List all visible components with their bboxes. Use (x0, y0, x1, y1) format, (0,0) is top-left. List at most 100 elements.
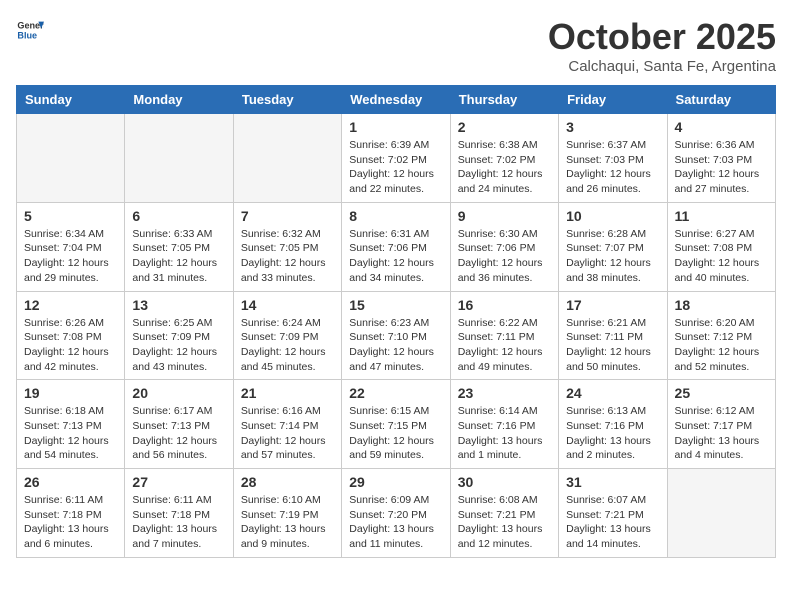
calendar-cell: 10 Sunrise: 6:28 AMSunset: 7:07 PMDayligh… (559, 202, 667, 291)
day-number: 8 (349, 208, 442, 224)
week-row-4: 19Sunrise: 6:18 AMSunset: 7:13 PMDayligh… (17, 380, 776, 469)
calendar-cell: 22Sunrise: 6:15 AMSunset: 7:15 PMDayligh… (342, 380, 450, 469)
day-info: Sunrise: 6:26 AMSunset: 7:08 PMDaylight:… (24, 316, 117, 375)
day-info: Sunrise: 6:25 AMSunset: 7:09 PMDaylight:… (132, 316, 225, 375)
day-info: Sunrise: 6:31 AMSunset: 7:06 PMDaylight:… (349, 227, 442, 286)
calendar-cell: 20Sunrise: 6:17 AMSunset: 7:13 PMDayligh… (125, 380, 233, 469)
day-number: 1 (349, 119, 442, 135)
day-info: Sunrise: 6:32 AMSunset: 7:05 PMDaylight:… (241, 227, 334, 286)
week-row-1: 1 Sunrise: 6:39 AMSunset: 7:02 PMDaylight… (17, 114, 776, 203)
calendar-cell: 15 Sunrise: 6:23 AMSunset: 7:10 PMDayligh… (342, 291, 450, 380)
weekday-header-row: SundayMondayTuesdayWednesdayThursdayFrid… (17, 86, 776, 114)
calendar-cell: 16 Sunrise: 6:22 AMSunset: 7:11 PMDayligh… (450, 291, 558, 380)
day-number: 21 (241, 385, 334, 401)
day-info: Sunrise: 6:17 AMSunset: 7:13 PMDaylight:… (132, 404, 225, 463)
day-number: 23 (458, 385, 551, 401)
day-number: 25 (675, 385, 768, 401)
calendar-cell: 24 Sunrise: 6:13 AMSunset: 7:16 PMDayligh… (559, 380, 667, 469)
day-number: 28 (241, 474, 334, 490)
calendar-cell: 29Sunrise: 6:09 AMSunset: 7:20 PMDayligh… (342, 469, 450, 558)
day-number: 6 (132, 208, 225, 224)
day-info: Sunrise: 6:37 AMSunset: 7:03 PMDaylight:… (566, 138, 659, 197)
day-info: Sunrise: 6:38 AMSunset: 7:02 PMDaylight:… (458, 138, 551, 197)
weekday-header-thursday: Thursday (450, 86, 558, 114)
day-number: 30 (458, 474, 551, 490)
calendar-cell: 28 Sunrise: 6:10 AMSunset: 7:19 PMDayligh… (233, 469, 341, 558)
day-info: Sunrise: 6:39 AMSunset: 7:02 PMDaylight:… (349, 138, 442, 197)
location: Calchaqui, Santa Fe, Argentina (548, 58, 776, 75)
weekday-header-saturday: Saturday (667, 86, 775, 114)
day-info: Sunrise: 6:24 AMSunset: 7:09 PMDaylight:… (241, 316, 334, 375)
week-row-2: 5 Sunrise: 6:34 AMSunset: 7:04 PMDaylight… (17, 202, 776, 291)
calendar-cell: 9 Sunrise: 6:30 AMSunset: 7:06 PMDaylight… (450, 202, 558, 291)
calendar-cell: 11Sunrise: 6:27 AMSunset: 7:08 PMDayligh… (667, 202, 775, 291)
week-row-3: 12 Sunrise: 6:26 AMSunset: 7:08 PMDayligh… (17, 291, 776, 380)
day-info: Sunrise: 6:09 AMSunset: 7:20 PMDaylight:… (349, 493, 442, 552)
day-info: Sunrise: 6:16 AMSunset: 7:14 PMDaylight:… (241, 404, 334, 463)
calendar-cell: 21 Sunrise: 6:16 AMSunset: 7:14 PMDayligh… (233, 380, 341, 469)
day-number: 9 (458, 208, 551, 224)
calendar-cell: 19Sunrise: 6:18 AMSunset: 7:13 PMDayligh… (17, 380, 125, 469)
day-info: Sunrise: 6:10 AMSunset: 7:19 PMDaylight:… (241, 493, 334, 552)
calendar-cell: 17 Sunrise: 6:21 AMSunset: 7:11 PMDayligh… (559, 291, 667, 380)
day-number: 12 (24, 297, 117, 313)
week-row-5: 26 Sunrise: 6:11 AMSunset: 7:18 PMDayligh… (17, 469, 776, 558)
calendar-cell: 7 Sunrise: 6:32 AMSunset: 7:05 PMDaylight… (233, 202, 341, 291)
calendar-cell: 23 Sunrise: 6:14 AMSunset: 7:16 PMDayligh… (450, 380, 558, 469)
calendar-cell: 18 Sunrise: 6:20 AMSunset: 7:12 PMDayligh… (667, 291, 775, 380)
calendar-cell: 12 Sunrise: 6:26 AMSunset: 7:08 PMDayligh… (17, 291, 125, 380)
day-number: 27 (132, 474, 225, 490)
day-info: Sunrise: 6:36 AMSunset: 7:03 PMDaylight:… (675, 138, 768, 197)
day-info: Sunrise: 6:22 AMSunset: 7:11 PMDaylight:… (458, 316, 551, 375)
day-number: 24 (566, 385, 659, 401)
day-number: 15 (349, 297, 442, 313)
day-number: 26 (24, 474, 117, 490)
calendar-cell: 31Sunrise: 6:07 AMSunset: 7:21 PMDayligh… (559, 469, 667, 558)
day-info: Sunrise: 6:13 AMSunset: 7:16 PMDaylight:… (566, 404, 659, 463)
day-info: Sunrise: 6:11 AMSunset: 7:18 PMDaylight:… (132, 493, 225, 552)
day-number: 5 (24, 208, 117, 224)
calendar-cell: 4 Sunrise: 6:36 AMSunset: 7:03 PMDaylight… (667, 114, 775, 203)
day-number: 19 (24, 385, 117, 401)
calendar-cell: 1 Sunrise: 6:39 AMSunset: 7:02 PMDaylight… (342, 114, 450, 203)
day-info: Sunrise: 6:20 AMSunset: 7:12 PMDaylight:… (675, 316, 768, 375)
day-info: Sunrise: 6:12 AMSunset: 7:17 PMDaylight:… (675, 404, 768, 463)
day-info: Sunrise: 6:33 AMSunset: 7:05 PMDaylight:… (132, 227, 225, 286)
calendar-cell: 27 Sunrise: 6:11 AMSunset: 7:18 PMDayligh… (125, 469, 233, 558)
weekday-header-sunday: Sunday (17, 86, 125, 114)
day-info: Sunrise: 6:28 AMSunset: 7:07 PMDaylight:… (566, 227, 659, 286)
day-info: Sunrise: 6:11 AMSunset: 7:18 PMDaylight:… (24, 493, 117, 552)
day-number: 4 (675, 119, 768, 135)
calendar-table: SundayMondayTuesdayWednesdayThursdayFrid… (16, 85, 776, 558)
day-info: Sunrise: 6:08 AMSunset: 7:21 PMDaylight:… (458, 493, 551, 552)
calendar-cell: 3Sunrise: 6:37 AMSunset: 7:03 PMDaylight… (559, 114, 667, 203)
weekday-header-tuesday: Tuesday (233, 86, 341, 114)
calendar-cell (667, 469, 775, 558)
day-info: Sunrise: 6:34 AMSunset: 7:04 PMDaylight:… (24, 227, 117, 286)
day-info: Sunrise: 6:21 AMSunset: 7:11 PMDaylight:… (566, 316, 659, 375)
day-info: Sunrise: 6:14 AMSunset: 7:16 PMDaylight:… (458, 404, 551, 463)
weekday-header-wednesday: Wednesday (342, 86, 450, 114)
day-number: 14 (241, 297, 334, 313)
calendar-cell (17, 114, 125, 203)
weekday-header-friday: Friday (559, 86, 667, 114)
calendar-cell (125, 114, 233, 203)
calendar-cell (233, 114, 341, 203)
calendar-cell: 30 Sunrise: 6:08 AMSunset: 7:21 PMDayligh… (450, 469, 558, 558)
calendar-cell: 26 Sunrise: 6:11 AMSunset: 7:18 PMDayligh… (17, 469, 125, 558)
calendar-cell: 5 Sunrise: 6:34 AMSunset: 7:04 PMDaylight… (17, 202, 125, 291)
day-number: 7 (241, 208, 334, 224)
day-number: 10 (566, 208, 659, 224)
day-number: 18 (675, 297, 768, 313)
page-header: General Blue October 2025 Calchaqui, San… (16, 16, 776, 75)
title-block: October 2025 Calchaqui, Santa Fe, Argent… (548, 16, 776, 75)
calendar-cell: 14 Sunrise: 6:24 AMSunset: 7:09 PMDayligh… (233, 291, 341, 380)
day-number: 16 (458, 297, 551, 313)
day-number: 17 (566, 297, 659, 313)
day-info: Sunrise: 6:23 AMSunset: 7:10 PMDaylight:… (349, 316, 442, 375)
calendar-cell: 8 Sunrise: 6:31 AMSunset: 7:06 PMDaylight… (342, 202, 450, 291)
day-number: 31 (566, 474, 659, 490)
day-info: Sunrise: 6:30 AMSunset: 7:06 PMDaylight:… (458, 227, 551, 286)
logo-icon: General Blue (16, 16, 44, 44)
calendar-cell: 6 Sunrise: 6:33 AMSunset: 7:05 PMDaylight… (125, 202, 233, 291)
